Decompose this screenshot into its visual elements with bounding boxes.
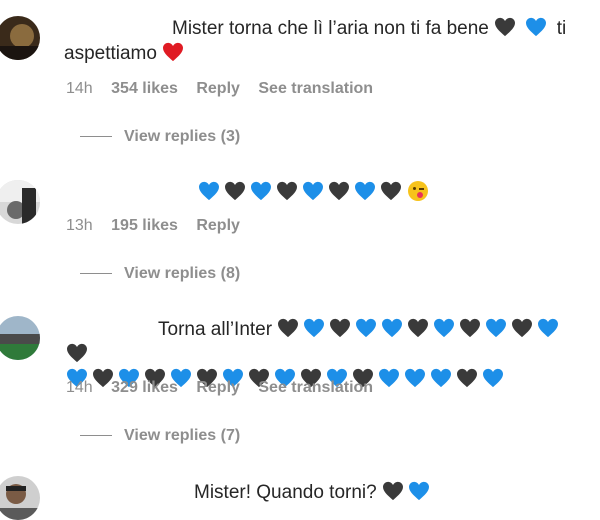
black-heart-icon: [459, 318, 481, 338]
see-translation-button[interactable]: See translation: [258, 80, 373, 97]
blue-heart-icon: [355, 318, 377, 338]
black-heart-icon: [380, 181, 402, 201]
comment-meta: 13h 195 likes Reply: [66, 217, 254, 235]
reply-button[interactable]: Reply: [196, 80, 240, 97]
replies-divider: [80, 435, 112, 437]
avatar[interactable]: [0, 476, 40, 520]
comment-text-tail: ti: [556, 18, 567, 39]
likes-count[interactable]: 354 likes: [111, 80, 178, 97]
comment-time: 14h: [66, 80, 93, 97]
view-replies-button[interactable]: View replies (3): [80, 128, 240, 146]
blue-heart-icon: [433, 318, 455, 338]
comment-meta: 14h 329 likes Reply See translation: [66, 379, 387, 397]
blue-heart-icon: [404, 368, 426, 388]
blue-heart-icon: [525, 17, 547, 37]
blue-heart-icon: [408, 481, 430, 501]
likes-count[interactable]: 329 likes: [111, 379, 178, 396]
avatar[interactable]: [0, 16, 40, 60]
red-heart-icon: [162, 42, 184, 62]
black-heart-icon: [511, 318, 533, 338]
comment-text: Mister! Quando torni?: [66, 480, 586, 505]
comment-text-line2: aspettiamo: [64, 43, 157, 64]
comment-text: Mister torna che lì l’aria non ti fa ben…: [64, 16, 586, 66]
wink-kiss-emoji-icon: [408, 181, 428, 201]
replies-divider: [80, 136, 112, 138]
blue-heart-icon: [430, 368, 452, 388]
black-heart-icon: [456, 368, 478, 388]
black-heart-icon: [382, 481, 404, 501]
view-replies-button[interactable]: View replies (8): [80, 265, 240, 283]
reply-button[interactable]: Reply: [196, 379, 240, 396]
comment-text-line1: Torna all’Inter: [158, 319, 273, 340]
black-heart-icon: [407, 318, 429, 338]
comment-time: 14h: [66, 379, 93, 396]
view-replies-label: View replies (3): [124, 128, 241, 145]
blue-heart-icon: [354, 181, 376, 201]
replies-divider: [80, 273, 112, 275]
view-replies-button[interactable]: View replies (7): [80, 427, 240, 445]
black-heart-icon: [494, 17, 516, 37]
blue-heart-icon: [482, 368, 504, 388]
black-heart-icon: [276, 181, 298, 201]
black-heart-icon: [328, 181, 350, 201]
comment-text: [66, 180, 586, 205]
blue-heart-icon: [381, 318, 403, 338]
avatar[interactable]: [0, 316, 40, 360]
reply-button[interactable]: Reply: [196, 217, 240, 234]
avatar[interactable]: [0, 180, 40, 224]
blue-heart-icon: [198, 181, 220, 201]
black-heart-icon: [66, 343, 88, 363]
blue-heart-icon: [250, 181, 272, 201]
likes-count[interactable]: 195 likes: [111, 217, 178, 234]
view-replies-label: View replies (7): [124, 427, 241, 444]
blue-heart-icon: [302, 181, 324, 201]
view-replies-label: View replies (8): [124, 265, 241, 282]
black-heart-icon: [277, 318, 299, 338]
black-heart-icon: [329, 318, 351, 338]
blue-heart-icon: [485, 318, 507, 338]
comment-text-line1: Mister! Quando torni?: [194, 482, 377, 503]
comment-text-line1: Mister torna che lì l’aria non ti fa ben…: [172, 18, 489, 39]
black-heart-icon: [224, 181, 246, 201]
blue-heart-icon: [537, 318, 559, 338]
comment-time: 13h: [66, 217, 93, 234]
blue-heart-icon: [303, 318, 325, 338]
see-translation-button[interactable]: See translation: [258, 379, 373, 396]
comment-meta: 14h 354 likes Reply See translation: [66, 80, 387, 98]
